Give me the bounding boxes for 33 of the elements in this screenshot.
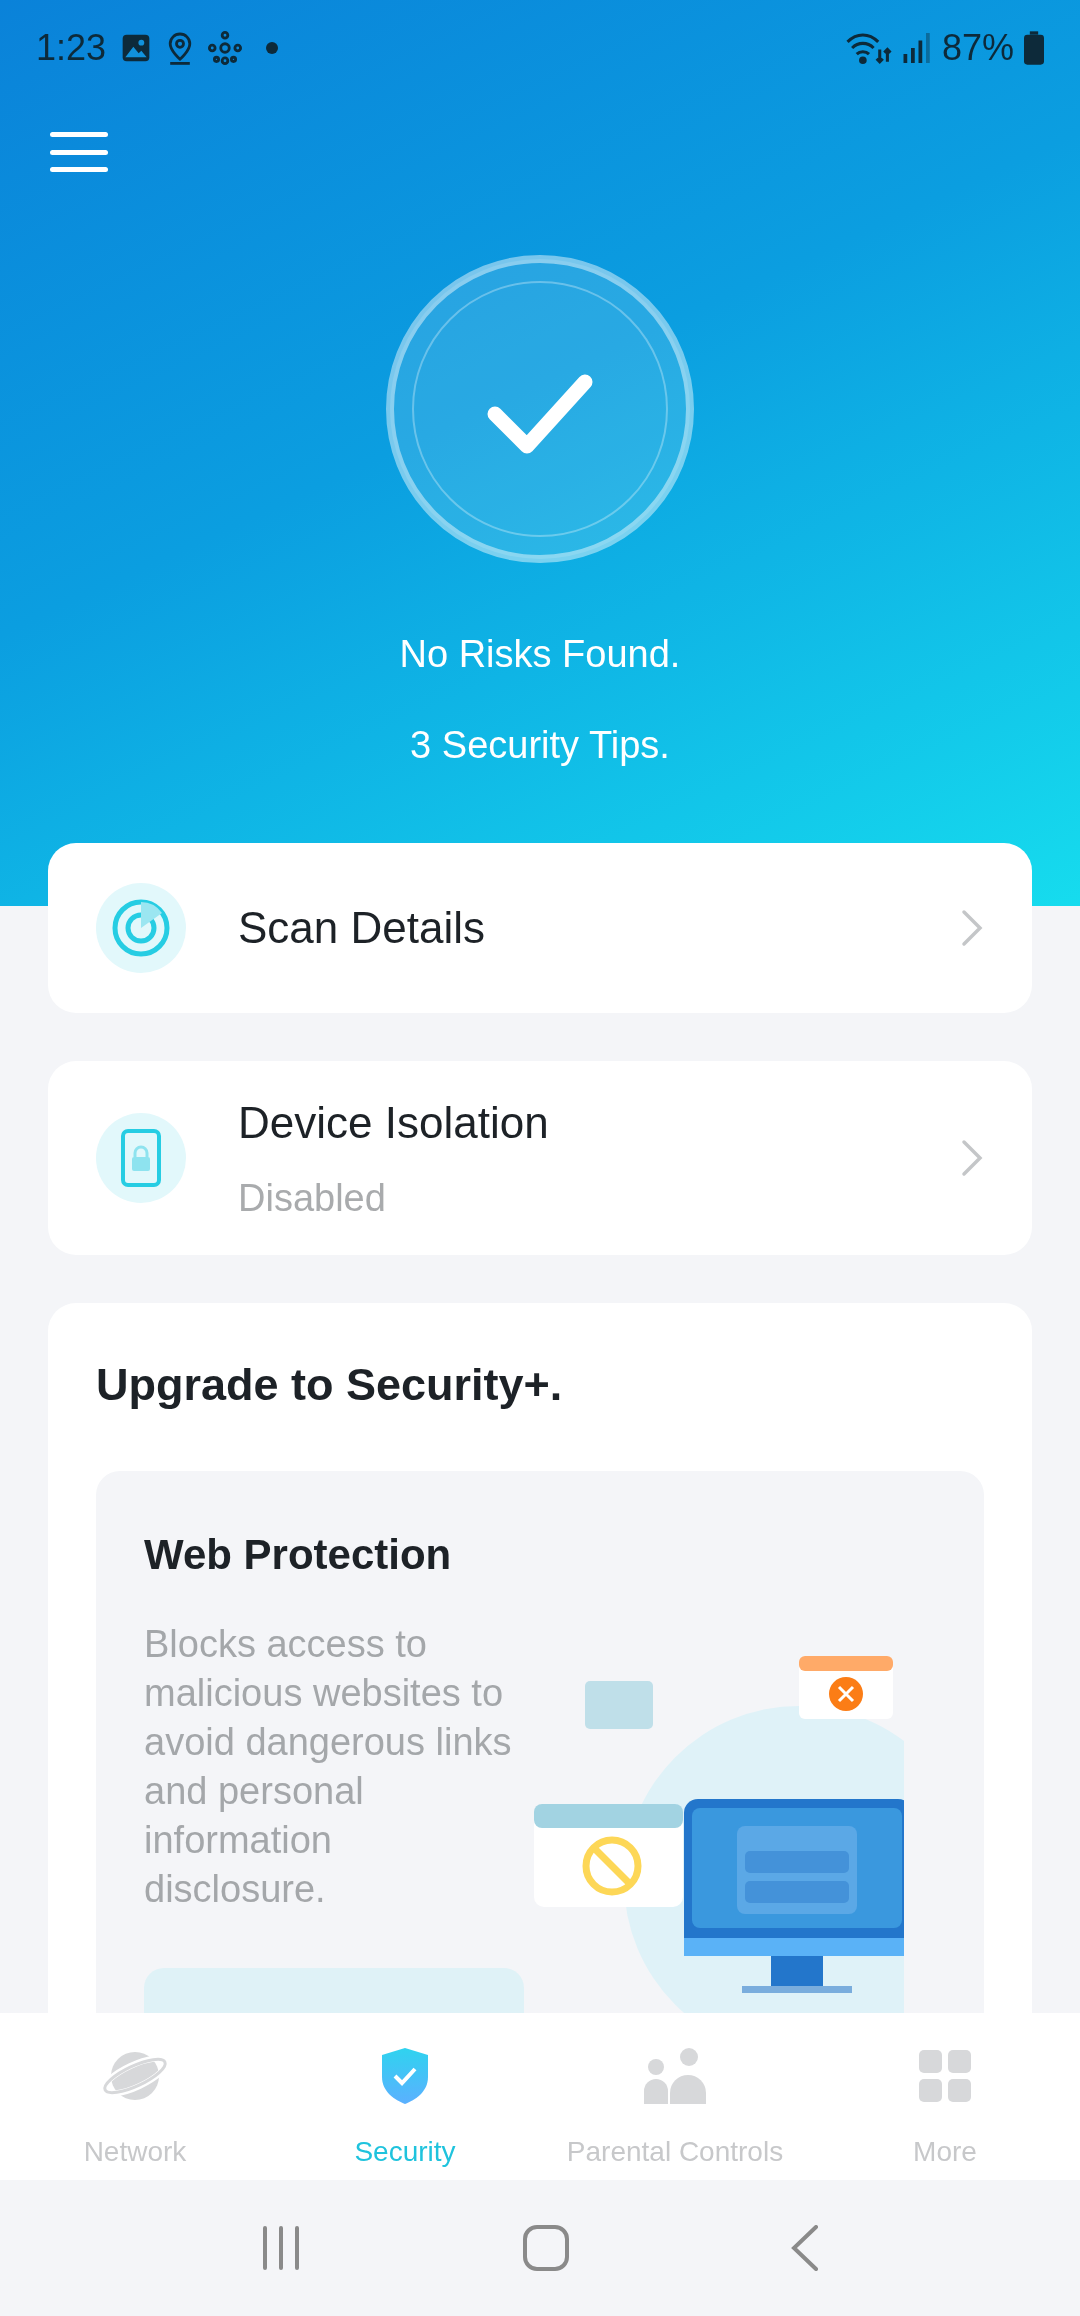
security-tips-count: 3 Security Tips.	[409, 723, 671, 768]
locked-device-icon	[96, 1113, 186, 1203]
menu-button[interactable]	[50, 130, 108, 174]
feature-description: Blocks access to malicious websites to avoid dangerous links and personal information disclosure.	[144, 1621, 513, 1912]
scan-status: No Risks Found.	[398, 632, 682, 677]
battery-percent: 87%	[941, 26, 1014, 70]
signal-icon	[901, 33, 932, 63]
menu-card[interactable]: Device Isolation Disabled	[48, 1061, 1032, 1255]
battery-icon	[1024, 31, 1044, 65]
back-icon[interactable]	[791, 2225, 819, 2271]
home-icon[interactable]	[523, 2225, 569, 2271]
recent-apps-icon[interactable]	[261, 2226, 301, 2270]
feature-title: Web Protection	[144, 1529, 453, 1580]
people-icon	[643, 2047, 707, 2105]
nav-tab[interactable]: More	[810, 2041, 1080, 2180]
network-nodes-icon	[208, 31, 243, 65]
notification-dot-icon	[266, 42, 279, 54]
shield-check-icon	[380, 2047, 430, 2105]
chevron-right-icon	[960, 908, 984, 948]
card-title: Scan Details	[238, 902, 486, 954]
upgrade-title: Upgrade to Security+.	[96, 1358, 564, 1412]
checkmark-circle-icon	[385, 254, 695, 564]
chevron-right-icon	[960, 1138, 984, 1178]
card-subtitle: Disabled	[238, 1175, 387, 1221]
grid-icon	[919, 2050, 971, 2102]
status-time: 1:23	[36, 26, 107, 70]
wifi-icon	[845, 31, 892, 65]
nav-tab[interactable]: Parental Controls	[540, 2041, 810, 2180]
nav-tab[interactable]: Security	[270, 2041, 540, 2180]
menu-card[interactable]: Scan Details	[48, 843, 1032, 1013]
card-title: Device Isolation	[238, 1096, 550, 1149]
radar-icon	[96, 883, 186, 973]
nav-tab[interactable]: Network	[0, 2041, 270, 2180]
